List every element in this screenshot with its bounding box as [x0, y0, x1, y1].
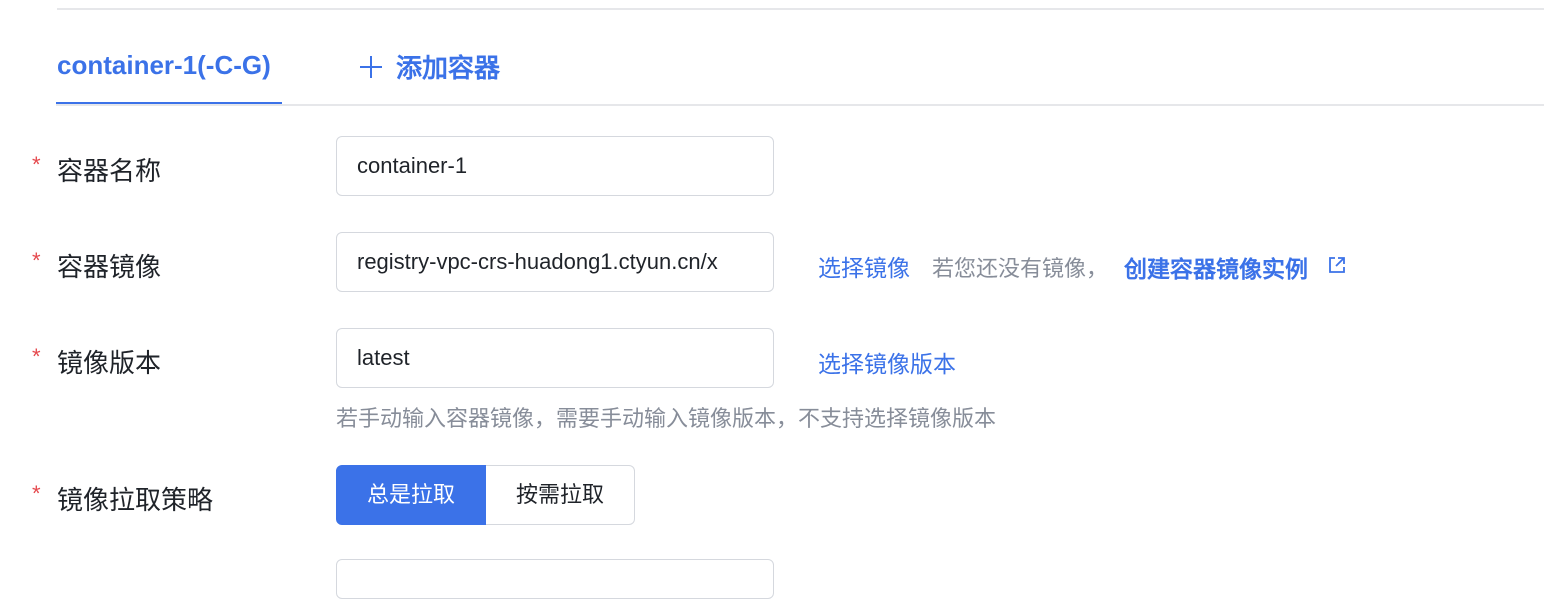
required-mark: * — [32, 344, 41, 369]
container-tabs: container-1(-C-G) 添加容器 — [0, 0, 1544, 108]
tab-container-1[interactable]: container-1(-C-G) — [57, 50, 271, 81]
pull-policy-always-option[interactable]: 总是拉取 — [336, 465, 487, 525]
image-version-input[interactable]: latest — [336, 328, 774, 388]
pull-policy-segmented-control: 总是拉取 按需拉取 — [336, 465, 636, 525]
external-link-icon[interactable] — [1327, 255, 1347, 275]
pull-policy-on-demand-option[interactable]: 按需拉取 — [486, 465, 636, 525]
container-name-input[interactable]: container-1 — [336, 136, 774, 196]
create-image-instance-link[interactable]: 创建容器镜像实例 — [1124, 250, 1308, 284]
plus-icon — [360, 55, 382, 78]
image-version-help-text: 若手动输入容器镜像，需要手动输入镜像版本，不支持选择镜像版本 — [336, 406, 997, 431]
select-image-link[interactable]: 选择镜像 — [818, 249, 910, 283]
container-name-label: 容器名称 — [57, 156, 162, 186]
pull-policy-label: 镜像拉取策略 — [57, 485, 214, 515]
image-version-label: 镜像版本 — [57, 348, 162, 378]
tabs-divider — [56, 104, 1544, 106]
required-mark: * — [32, 248, 41, 273]
required-mark: * — [32, 481, 41, 506]
container-image-label: 容器镜像 — [57, 252, 162, 282]
required-mark: * — [32, 152, 41, 177]
select-image-version-link[interactable]: 选择镜像版本 — [818, 345, 956, 379]
next-field-input[interactable] — [336, 559, 774, 599]
add-container-button[interactable]: 添加容器 — [360, 48, 500, 85]
no-image-hint: 若您还没有镜像， — [932, 256, 1109, 281]
add-container-label: 添加容器 — [396, 53, 501, 83]
container-image-input[interactable]: registry-vpc-crs-huadong1.ctyun.cn/x — [336, 232, 774, 292]
